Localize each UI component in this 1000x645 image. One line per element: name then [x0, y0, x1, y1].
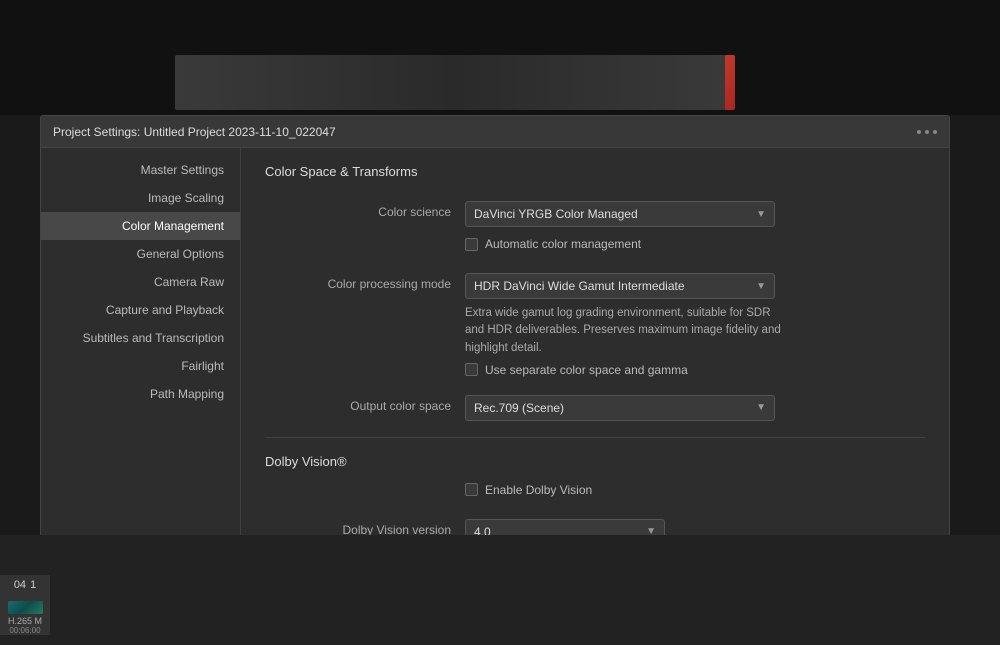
- enable-dolby-spacer: [265, 483, 465, 487]
- output-color-arrow: ▼: [756, 402, 766, 413]
- section-divider-1: [265, 437, 925, 438]
- sidebar-item-general-options[interactable]: General Options: [41, 240, 240, 268]
- color-science-dropdown[interactable]: DaVinci YRGB Color Managed ▼: [465, 201, 775, 227]
- dialog-titlebar: Project Settings: Untitled Project 2023-…: [41, 116, 949, 148]
- auto-color-row: Automatic color management: [265, 237, 925, 263]
- auto-color-spacer: [265, 237, 465, 241]
- more-options-button[interactable]: [917, 130, 937, 134]
- separate-color-checkbox[interactable]: [465, 363, 478, 376]
- thumbnail-image: [8, 601, 43, 614]
- background-top: [0, 0, 1000, 115]
- sidebar-item-capture-playback[interactable]: Capture and Playback: [41, 296, 240, 324]
- dot2: [925, 130, 929, 134]
- enable-dolby-checkbox[interactable]: [465, 483, 478, 496]
- color-processing-arrow: ▼: [756, 281, 766, 292]
- color-science-arrow: ▼: [756, 209, 766, 220]
- thumb-codec-label: H.265 M: [8, 616, 42, 626]
- color-science-row: Color science DaVinci YRGB Color Managed…: [265, 201, 925, 227]
- sidebar-item-camera-raw[interactable]: Camera Raw: [41, 268, 240, 296]
- dialog-title: Project Settings: Untitled Project 2023-…: [53, 125, 917, 139]
- color-processing-row: Color processing mode HDR DaVinci Wide G…: [265, 273, 925, 385]
- sidebar-item-path-mapping[interactable]: Path Mapping: [41, 380, 240, 408]
- dot3: [933, 130, 937, 134]
- color-space-title: Color Space & Transforms: [265, 164, 417, 179]
- auto-color-control: Automatic color management: [465, 237, 925, 259]
- color-processing-label: Color processing mode: [265, 273, 465, 291]
- enable-dolby-control: Enable Dolby Vision: [465, 483, 925, 505]
- timeline-thumbnail: 04 1 H.265 M 00:06:00: [0, 575, 50, 635]
- separate-color-checkbox-row: Use separate color space and gamma: [465, 363, 925, 377]
- enable-dolby-row: Enable Dolby Vision: [265, 483, 925, 509]
- enable-dolby-checkbox-row: Enable Dolby Vision: [465, 483, 925, 497]
- sidebar-item-master-settings[interactable]: Master Settings: [41, 156, 240, 184]
- auto-color-label[interactable]: Automatic color management: [485, 237, 641, 251]
- output-color-value: Rec.709 (Scene): [474, 401, 564, 415]
- sidebar-item-image-scaling[interactable]: Image Scaling: [41, 184, 240, 212]
- color-processing-description: Extra wide gamut log grading environment…: [465, 305, 785, 357]
- output-color-control: Rec.709 (Scene) ▼: [465, 395, 925, 421]
- timeline-frame-num: 1: [30, 579, 36, 591]
- color-processing-value: HDR DaVinci Wide Gamut Intermediate: [474, 279, 685, 293]
- color-science-label: Color science: [265, 201, 465, 219]
- sidebar-item-fairlight[interactable]: Fairlight: [41, 352, 240, 380]
- dolby-section-title: Dolby Vision®: [265, 454, 925, 469]
- output-color-row: Output color space Rec.709 (Scene) ▼: [265, 395, 925, 421]
- separate-color-label[interactable]: Use separate color space and gamma: [485, 363, 688, 377]
- dot1: [917, 130, 921, 134]
- sidebar-item-subtitles-transcription[interactable]: Subtitles and Transcription: [41, 324, 240, 352]
- color-space-section-header: Color Space & Transforms: [265, 164, 925, 185]
- sidebar-item-color-management[interactable]: Color Management: [41, 212, 240, 240]
- timeline-area: 04 1 H.265 M 00:06:00: [0, 535, 1000, 645]
- enable-dolby-label[interactable]: Enable Dolby Vision: [485, 483, 592, 497]
- auto-color-checkbox-row: Automatic color management: [465, 237, 925, 251]
- color-science-value: DaVinci YRGB Color Managed: [474, 207, 638, 221]
- output-color-label: Output color space: [265, 395, 465, 413]
- color-processing-control: HDR DaVinci Wide Gamut Intermediate ▼ Ex…: [465, 273, 925, 385]
- auto-color-checkbox[interactable]: [465, 238, 478, 251]
- thumb-timecode: 00:06:00: [9, 626, 40, 635]
- timeline-frame-label: 04: [14, 579, 26, 591]
- output-color-dropdown[interactable]: Rec.709 (Scene) ▼: [465, 395, 775, 421]
- color-processing-dropdown[interactable]: HDR DaVinci Wide Gamut Intermediate ▼: [465, 273, 775, 299]
- color-science-control: DaVinci YRGB Color Managed ▼: [465, 201, 925, 227]
- video-strip: [175, 55, 735, 110]
